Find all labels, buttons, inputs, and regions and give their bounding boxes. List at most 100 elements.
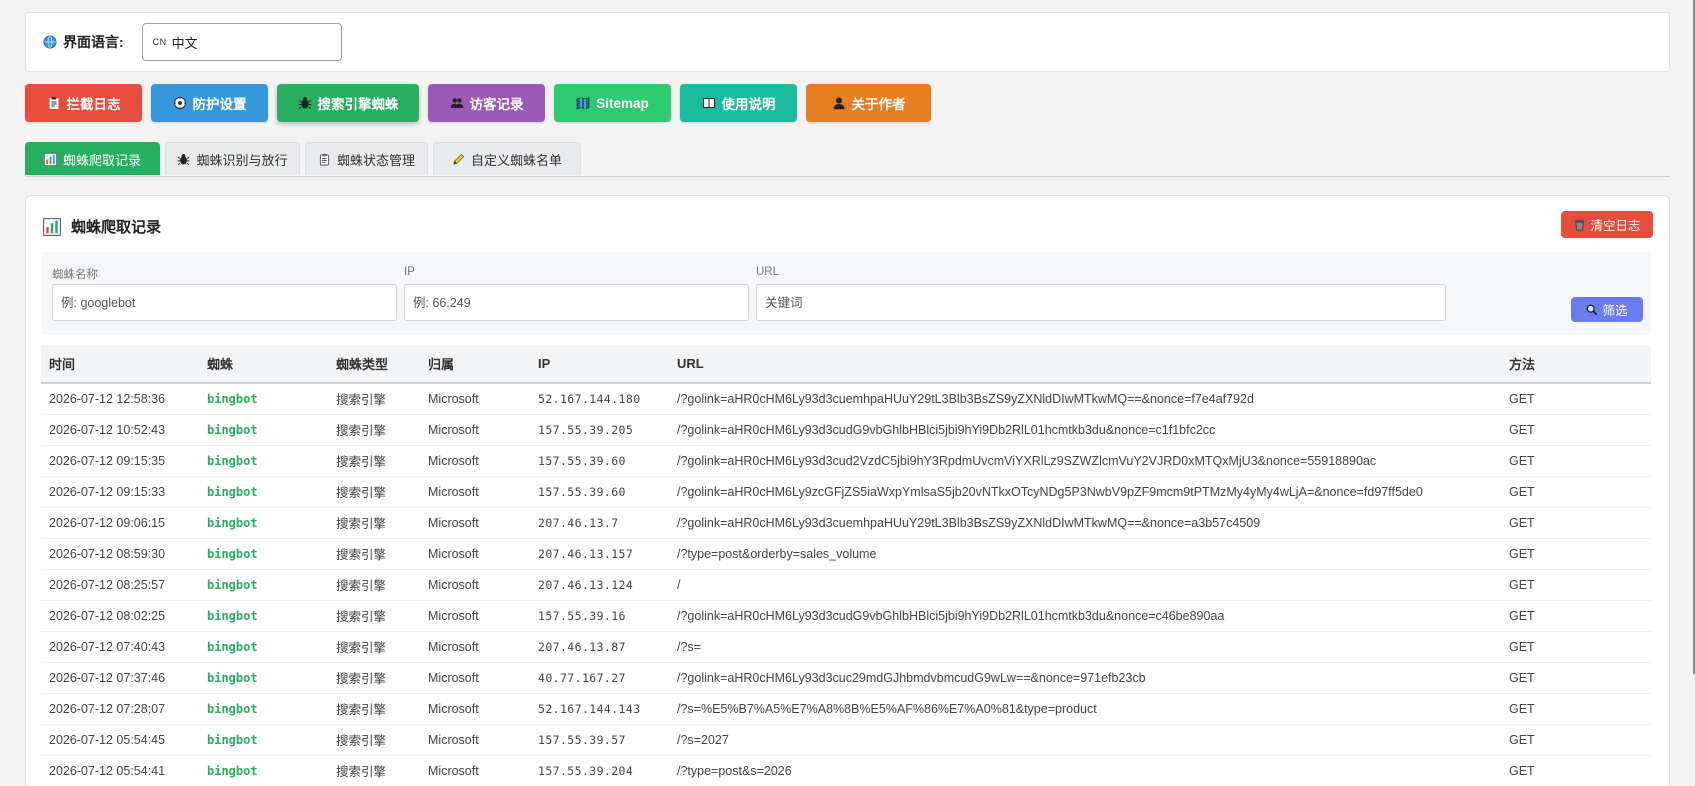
method-cell: GET <box>1501 414 1651 446</box>
time-cell: 2026-07-12 07:28:07 <box>41 693 199 725</box>
time-cell: 2026-07-12 12:58:36 <box>41 383 199 415</box>
ip-input[interactable] <box>404 284 749 321</box>
method-cell: GET <box>1501 445 1651 477</box>
method-cell: GET <box>1501 569 1651 601</box>
table-row: 2026-07-12 08:25:57 bingbot 搜索引擎 Microsoft 2… <box>41 569 1651 601</box>
url-cell: /?golink=aHR0cHM6Ly93d3cuemhpaHUuY29tL3B… <box>669 383 1501 415</box>
filter-button[interactable]: 筛选 <box>1571 297 1643 322</box>
spider-cell: bingbot <box>199 724 328 756</box>
table-row: 2026-07-12 09:15:33 bingbot 搜索引擎 Microsoft 1… <box>41 476 1651 508</box>
ip-cell: 40.77.167.27 <box>530 662 669 694</box>
ip-cell: 157.55.39.60 <box>530 476 669 508</box>
bar-chart-icon <box>44 152 57 166</box>
owner-cell: Microsoft <box>420 631 530 663</box>
url-cell: /?golink=aHR0cHM6Ly93d3cuc29mdGJhbmdvbmc… <box>669 662 1501 694</box>
nav-about-author-button[interactable]: 关于作者 <box>806 84 931 122</box>
user-icon <box>833 97 844 110</box>
table-row: 2026-07-12 05:54:45 bingbot 搜索引擎 Microsoft 1… <box>41 724 1651 756</box>
owner-cell: Microsoft <box>420 569 530 601</box>
spider-cell: bingbot <box>199 569 328 601</box>
ip-cell: 207.46.13.87 <box>530 631 669 663</box>
spider-cell: bingbot <box>199 755 328 786</box>
card-title-text: 蜘蛛爬取记录 <box>71 219 162 236</box>
time-cell: 2026-07-12 05:54:41 <box>41 755 199 786</box>
clipboard-icon <box>49 97 58 109</box>
spider-type-cell: 搜索引擎 <box>328 569 420 601</box>
bug-icon <box>298 97 311 109</box>
time-cell: 2026-07-12 10:52:43 <box>41 414 199 446</box>
nav-intercept-log-button[interactable]: 拦截日志 <box>25 84 142 122</box>
spider-cell: bingbot <box>199 507 328 539</box>
url-cell: /?golink=aHR0cHM6Ly93d3cudG9vbGhlbHBlci5… <box>669 600 1501 632</box>
nav-visitor-log-button[interactable]: 访客记录 <box>428 84 545 122</box>
nav-sitemap-button[interactable]: Sitemap <box>554 84 671 122</box>
owner-cell: Microsoft <box>420 383 530 415</box>
url-cell: /?type=post&s=2026 <box>669 755 1501 786</box>
table-row: 2026-07-12 07:40:43 bingbot 搜索引擎 Microsoft 2… <box>41 631 1651 663</box>
time-cell: 2026-07-12 05:54:45 <box>41 724 199 756</box>
search-icon <box>1587 304 1598 315</box>
method-cell: GET <box>1501 693 1651 725</box>
url-input[interactable] <box>756 284 1446 321</box>
spider-name-input[interactable] <box>52 284 397 321</box>
method-cell: GET <box>1501 507 1651 539</box>
spider-log-card: 蜘蛛爬取记录 清空日志 蜘蛛名称 IP URL 筛选 时间蜘蛛蜘蛛类型归属IPU… <box>25 195 1670 786</box>
table-row: 2026-07-12 08:02:25 bingbot 搜索引擎 Microsoft 1… <box>41 600 1651 632</box>
bug-icon <box>178 153 190 165</box>
clipboard-icon <box>319 153 330 165</box>
url-cell: /?s= <box>669 631 1501 663</box>
globe-icon <box>43 35 57 49</box>
ip-cell: 207.46.13.7 <box>530 507 669 539</box>
spider-cell: bingbot <box>199 600 328 632</box>
method-cell: GET <box>1501 476 1651 508</box>
tab-custom-spider-list[interactable]: 自定义蜘蛛名单 <box>433 142 581 175</box>
owner-cell: Microsoft <box>420 724 530 756</box>
column-header: 归属 <box>420 345 530 384</box>
time-cell: 2026-07-12 09:15:35 <box>41 445 199 477</box>
tab-spider-crawl-log[interactable]: 蜘蛛爬取记录 <box>25 142 160 175</box>
url-cell: /?golink=aHR0cHM6Ly93d3cud2VzdC5jbi9hY3R… <box>669 445 1501 477</box>
spider-type-cell: 搜索引擎 <box>328 724 420 756</box>
url-cell: /?golink=aHR0cHM6Ly9zcGFjZS5iaWxpYmlsaS5… <box>669 476 1501 508</box>
method-cell: GET <box>1501 600 1651 632</box>
spider-cell: bingbot <box>199 445 328 477</box>
owner-cell: Microsoft <box>420 693 530 725</box>
method-cell: GET <box>1501 383 1651 415</box>
method-cell: GET <box>1501 631 1651 663</box>
map-icon <box>576 96 590 110</box>
url-cell: /?type=post&orderby=sales_volume <box>669 538 1501 570</box>
clear-log-button[interactable]: 清空日志 <box>1561 211 1653 238</box>
method-cell: GET <box>1501 662 1651 694</box>
spider-type-cell: 搜索引擎 <box>328 662 420 694</box>
time-cell: 2026-07-12 08:25:57 <box>41 569 199 601</box>
flag-text: CN <box>152 37 167 47</box>
nav-search-spider-button[interactable]: 搜索引擎蜘蛛 <box>277 84 419 122</box>
ip-cell: 207.46.13.157 <box>530 538 669 570</box>
url-cell: / <box>669 569 1501 601</box>
table-row: 2026-07-12 07:37:46 bingbot 搜索引擎 Microsoft 4… <box>41 662 1651 694</box>
time-cell: 2026-07-12 08:59:30 <box>41 538 199 570</box>
language-select[interactable]: CN 中文 <box>141 23 342 61</box>
method-cell: GET <box>1501 724 1651 756</box>
column-header: URL <box>669 345 1501 384</box>
column-header: 方法 <box>1501 345 1651 384</box>
spider-cell: bingbot <box>199 693 328 725</box>
owner-cell: Microsoft <box>420 538 530 570</box>
bar-chart-icon <box>43 217 61 236</box>
table-row: 2026-07-12 12:58:36 bingbot 搜索引擎 Microsoft 5… <box>41 383 1651 415</box>
time-cell: 2026-07-12 07:37:46 <box>41 662 199 694</box>
time-cell: 2026-07-12 07:40:43 <box>41 631 199 663</box>
filter-panel: 蜘蛛名称 IP URL 筛选 <box>41 252 1651 335</box>
table-header-row: 时间 蜘蛛 蜘蛛类型 归属 IP URL 方法 <box>41 345 1651 384</box>
column-header: 蜘蛛类型 <box>328 345 420 384</box>
tab-spider-status[interactable]: 蜘蛛状态管理 <box>305 142 428 175</box>
nav-protection-settings-button[interactable]: 防护设置 <box>151 84 268 122</box>
table-row: 2026-07-12 08:59:30 bingbot 搜索引擎 Microsoft 2… <box>41 538 1651 570</box>
url-cell: /?golink=aHR0cHM6Ly93d3cuemhpaHUuY29tL3B… <box>669 507 1501 539</box>
tab-spider-identify-allow[interactable]: 蜘蛛识别与放行 <box>165 142 300 175</box>
ip-label: IP <box>404 266 415 278</box>
nav-instructions-button[interactable]: 使用说明 <box>680 84 797 122</box>
spider-type-cell: 搜索引擎 <box>328 631 420 663</box>
ip-cell: 157.55.39.204 <box>530 755 669 786</box>
owner-cell: Microsoft <box>420 662 530 694</box>
